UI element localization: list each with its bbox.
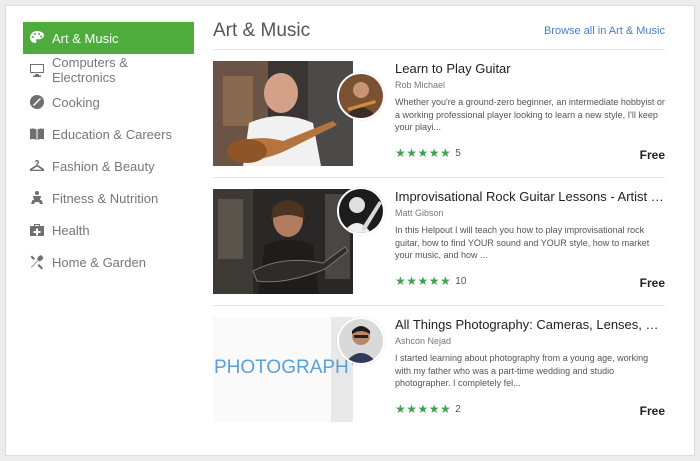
browse-all-link[interactable]: Browse all in Art & Music xyxy=(544,25,665,37)
listing-info: All Things Photography: Cameras, Lenses,… xyxy=(395,316,665,390)
sidebar-item-computers-electronics[interactable]: Computers & Electronics xyxy=(23,54,194,86)
sidebar-item-home-garden[interactable]: Home & Garden xyxy=(23,246,194,278)
sidebar-item-label: Art & Music xyxy=(52,30,119,46)
section-title: Art & Music xyxy=(213,19,311,41)
fitness-icon xyxy=(29,190,45,206)
listing-item[interactable]: Improvisational Rock Guitar Lessons - Ar… xyxy=(213,178,665,306)
book-icon xyxy=(29,126,45,142)
listing-section: Art & Music Browse all in Art & Music Le… xyxy=(213,18,665,434)
section-header: Art & Music Browse all in Art & Music xyxy=(213,18,665,50)
sidebar-item-label: Computers & Electronics xyxy=(52,55,128,85)
sidebar-item-label: Health xyxy=(52,222,90,238)
listing-rating: ★★★★★ 5 xyxy=(395,146,461,160)
listing-description: In this Helpout I will teach you how to … xyxy=(395,225,650,260)
author-avatar xyxy=(337,317,385,365)
listing-rating: ★★★★★ 2 xyxy=(395,402,461,416)
star-rating-icon: ★★★★★ xyxy=(395,402,452,416)
sidebar-item-label: Home & Garden xyxy=(52,254,146,270)
rating-count: 2 xyxy=(455,403,461,415)
rating-count: 5 xyxy=(455,147,461,159)
listing-item[interactable]: Learn to Play Guitar Rob Michael Whether… xyxy=(213,50,665,178)
sidebar-item-art-music[interactable]: Art & Music xyxy=(23,22,194,54)
author-avatar xyxy=(337,187,385,235)
listing-description: Whether you're a ground-zero beginner, a… xyxy=(395,97,665,132)
thumbnail-text: PHOTOGRAPHY xyxy=(214,357,353,378)
sidebar-item-cooking[interactable]: Cooking xyxy=(23,86,194,118)
sidebar-item-health[interactable]: Health xyxy=(23,214,194,246)
tools-icon xyxy=(29,254,45,270)
listing-price: Free xyxy=(639,276,665,290)
listing-description: I started learning about photography fro… xyxy=(395,353,649,388)
monitor-icon xyxy=(29,62,45,78)
listing-title[interactable]: Improvisational Rock Guitar Lessons - Ar… xyxy=(395,188,665,206)
listing-thumbnail-rock-guitar[interactable] xyxy=(213,189,353,294)
listing-title[interactable]: Learn to Play Guitar xyxy=(395,60,665,78)
listing-rating: ★★★★★ 10 xyxy=(395,274,466,288)
listing-price: Free xyxy=(639,148,665,162)
sidebar-item-fashion-beauty[interactable]: Fashion & Beauty xyxy=(23,150,194,182)
listing-item[interactable]: PHOTOGRAPHY All Things Photography: Came… xyxy=(213,306,665,434)
sidebar-item-label: Fitness & Nutrition xyxy=(52,190,159,206)
listing-author: Matt Gibson xyxy=(395,208,444,218)
listing-info: Improvisational Rock Guitar Lessons - Ar… xyxy=(395,188,665,262)
sidebar-item-education-careers[interactable]: Education & Careers xyxy=(23,118,194,150)
listing-info: Learn to Play Guitar Rob Michael Whether… xyxy=(395,60,665,134)
listing-author: Rob Michael xyxy=(395,80,446,90)
listing-author: Ashcon Nejad xyxy=(395,336,452,346)
listing-thumbnail-photography[interactable]: PHOTOGRAPHY xyxy=(213,317,353,422)
category-sidebar: Art & Music Computers & Electronics Cook… xyxy=(23,22,194,278)
star-rating-icon: ★★★★★ xyxy=(395,274,452,288)
sidebar-item-label: Cooking xyxy=(52,94,100,110)
listing-title[interactable]: All Things Photography: Cameras, Lenses,… xyxy=(395,316,665,334)
palette-icon xyxy=(29,30,45,46)
rating-count: 10 xyxy=(455,275,467,287)
sidebar-item-label: Education & Careers xyxy=(52,126,172,142)
hanger-icon xyxy=(29,158,45,174)
listing-thumbnail-guitar-lesson[interactable] xyxy=(213,61,353,166)
sidebar-item-label: Fashion & Beauty xyxy=(52,158,155,174)
author-avatar xyxy=(337,72,385,120)
first-aid-icon xyxy=(29,222,45,238)
listing-price: Free xyxy=(639,404,665,418)
cooking-icon xyxy=(29,94,45,110)
sidebar-item-fitness-nutrition[interactable]: Fitness & Nutrition xyxy=(23,182,194,214)
star-rating-icon: ★★★★★ xyxy=(395,146,452,160)
